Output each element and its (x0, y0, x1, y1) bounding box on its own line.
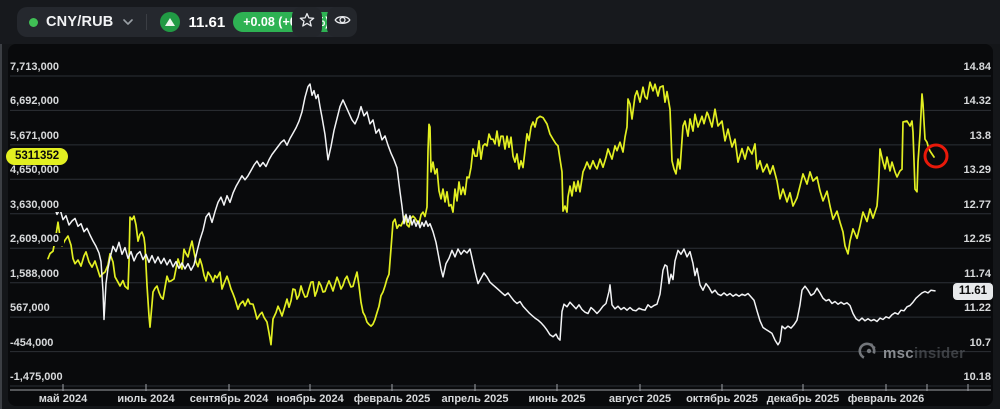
y-axis-label-left: 5,671,000 (10, 130, 64, 143)
y-axis-label-left: 2,609,000 (10, 233, 64, 246)
price-change-badge: +0.08 (+0.65%) (233, 12, 340, 32)
x-axis-label: август 2025 (608, 393, 672, 405)
star-icon (299, 12, 315, 33)
x-axis-label: сентябрь 2024 (189, 393, 269, 405)
y-axis-label-left: -1,475,000 (10, 371, 68, 384)
y-axis-label-right: 12.77 (958, 199, 991, 212)
x-axis-label: февраль 2026 (847, 393, 925, 405)
chart-panel[interactable] (8, 44, 993, 406)
price-current-value-badge: 11.61 (952, 283, 993, 300)
x-axis-label: октябрь 2025 (686, 393, 758, 405)
instrument-status-dot (29, 17, 38, 27)
y-axis-label-left: 3,630,000 (10, 199, 64, 212)
symbol-label: CNY/RUB (46, 14, 114, 30)
y-axis-label-right: 14.84 (958, 61, 991, 74)
x-axis-label: февраль 2025 (353, 393, 431, 405)
mscinsider-logo-icon (857, 341, 877, 366)
window-edge (0, 0, 2, 409)
watch-button[interactable] (327, 7, 357, 37)
y-axis-label-right: 13.29 (958, 164, 991, 177)
topbar: CNY/RUB 11.61 +0.08 (+0.65%) (0, 0, 1000, 44)
price-up-icon (160, 12, 181, 32)
x-axis-label: апрель 2025 (441, 393, 509, 405)
y-axis-label-right: 11.74 (959, 268, 991, 281)
x-axis-label: июль 2024 (117, 393, 175, 405)
y-axis-label-right: 10.7 (964, 337, 991, 350)
y-axis-label-left: 7,713,000 (10, 61, 64, 74)
x-axis-label: июнь 2025 (528, 393, 586, 405)
eye-icon (333, 12, 351, 33)
watermark: mscinsider (857, 341, 965, 366)
y-axis-label-right: 14.32 (958, 95, 991, 108)
y-axis-label-right: 13.8 (964, 130, 991, 143)
divider (146, 14, 148, 30)
indicator-current-value-badge: 5311352 (6, 148, 69, 165)
y-axis-label-right: 10.18 (958, 371, 991, 384)
chevron-down-icon[interactable] (123, 18, 134, 26)
y-axis-label-right: 11.22 (959, 302, 991, 315)
last-price: 11.61 (188, 13, 226, 31)
y-axis-label-left: -454,000 (10, 337, 59, 350)
x-axis-label: ноябрь 2024 (276, 393, 344, 405)
favorite-button[interactable] (292, 7, 322, 37)
x-axis-label: декабрь 2025 (766, 393, 840, 405)
y-axis-label-left: 567,000 (10, 302, 55, 315)
x-axis-label: май 2024 (38, 393, 88, 405)
y-axis-label-left: 4,650,000 (10, 164, 64, 177)
y-axis-label-right: 12.25 (958, 233, 991, 246)
watermark-text: mscinsider (883, 345, 966, 362)
y-axis-label-left: 6,692,000 (10, 95, 64, 108)
y-axis-label-left: 1,588,000 (10, 268, 64, 281)
